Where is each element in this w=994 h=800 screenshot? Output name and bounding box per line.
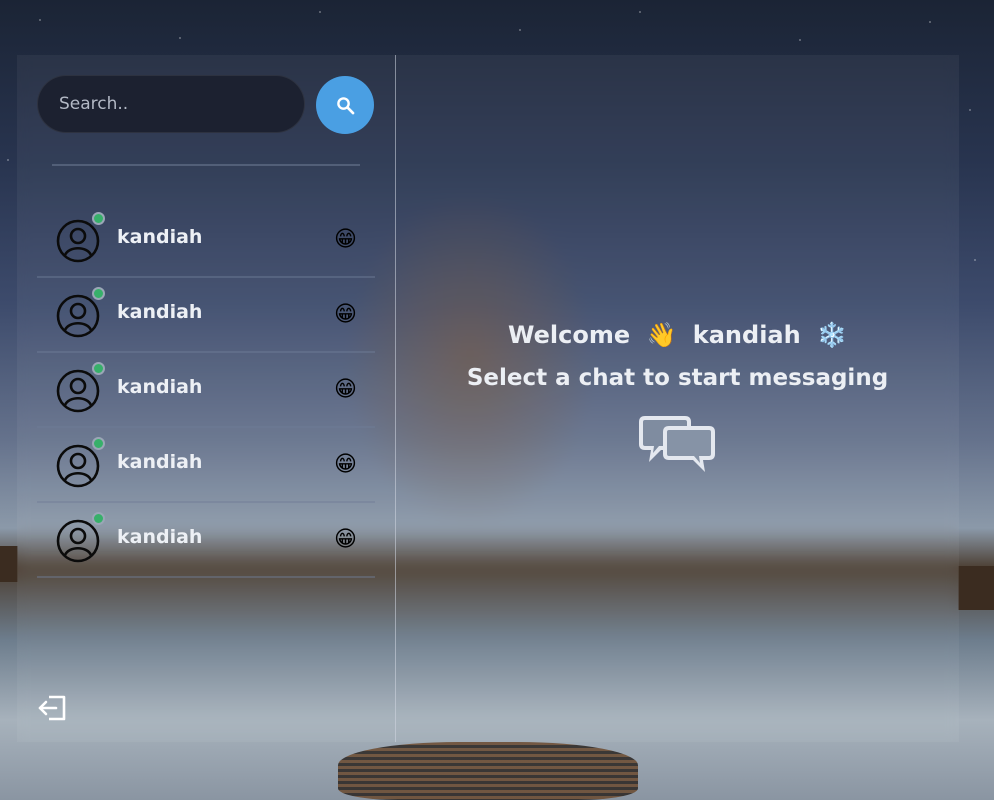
online-status-dot — [92, 437, 105, 450]
sidebar: kandiah 😁 kandiah 😁 — [17, 55, 396, 742]
chat-bubbles-icon — [638, 416, 715, 472]
chat-list-item[interactable]: kandiah 😁 — [37, 503, 375, 578]
welcome-panel: Welcome 👋 kandiah ❄️ Select a chat to st… — [396, 317, 959, 476]
background-reflection — [338, 742, 638, 800]
chat-list-item[interactable]: kandiah 😁 — [37, 278, 375, 353]
user-avatar-icon — [56, 444, 100, 488]
welcome-username: kandiah — [692, 321, 801, 349]
background-ground-left — [0, 546, 18, 582]
grinning-emoji-icon: 😁 — [334, 527, 357, 552]
chat-app-panel: kandiah 😁 kandiah 😁 — [17, 55, 959, 742]
background-ground-right — [958, 566, 994, 610]
chat-list-item[interactable]: kandiah 😁 — [37, 428, 375, 503]
search-input[interactable] — [37, 75, 305, 133]
welcome-text: Welcome — [508, 321, 631, 349]
chat-name: kandiah — [117, 526, 203, 548]
chat-name: kandiah — [117, 301, 203, 323]
user-avatar-icon — [56, 369, 100, 413]
sidebar-divider — [52, 164, 360, 166]
chat-name: kandiah — [117, 451, 203, 473]
chat-list-item[interactable]: kandiah 😁 — [37, 203, 375, 278]
welcome-heading: Welcome 👋 kandiah ❄️ — [396, 317, 959, 353]
logout-icon[interactable] — [38, 694, 68, 722]
user-avatar-icon — [56, 519, 100, 563]
chat-list-item[interactable]: kandiah 😁 — [37, 353, 375, 428]
online-status-dot — [92, 287, 105, 300]
online-status-dot — [92, 512, 105, 525]
chat-name: kandiah — [117, 376, 203, 398]
online-status-dot — [92, 212, 105, 225]
user-avatar-icon — [56, 219, 100, 263]
grinning-emoji-icon: 😁 — [334, 377, 357, 402]
snowflake-icon: ❄️ — [817, 321, 847, 349]
welcome-subtitle: Select a chat to start messaging — [466, 365, 889, 391]
chat-name: kandiah — [117, 226, 203, 248]
user-avatar-icon — [56, 294, 100, 338]
grinning-emoji-icon: 😁 — [334, 227, 357, 252]
grinning-emoji-icon: 😁 — [334, 452, 357, 477]
chat-list: kandiah 😁 kandiah 😁 kandiah 😁 kandiah 😁 … — [37, 203, 375, 578]
waving-hand-icon: 👋 — [646, 321, 677, 349]
online-status-dot — [92, 362, 105, 375]
grinning-emoji-icon: 😁 — [334, 302, 357, 327]
search-icon — [336, 96, 354, 114]
search-button[interactable] — [316, 76, 374, 134]
